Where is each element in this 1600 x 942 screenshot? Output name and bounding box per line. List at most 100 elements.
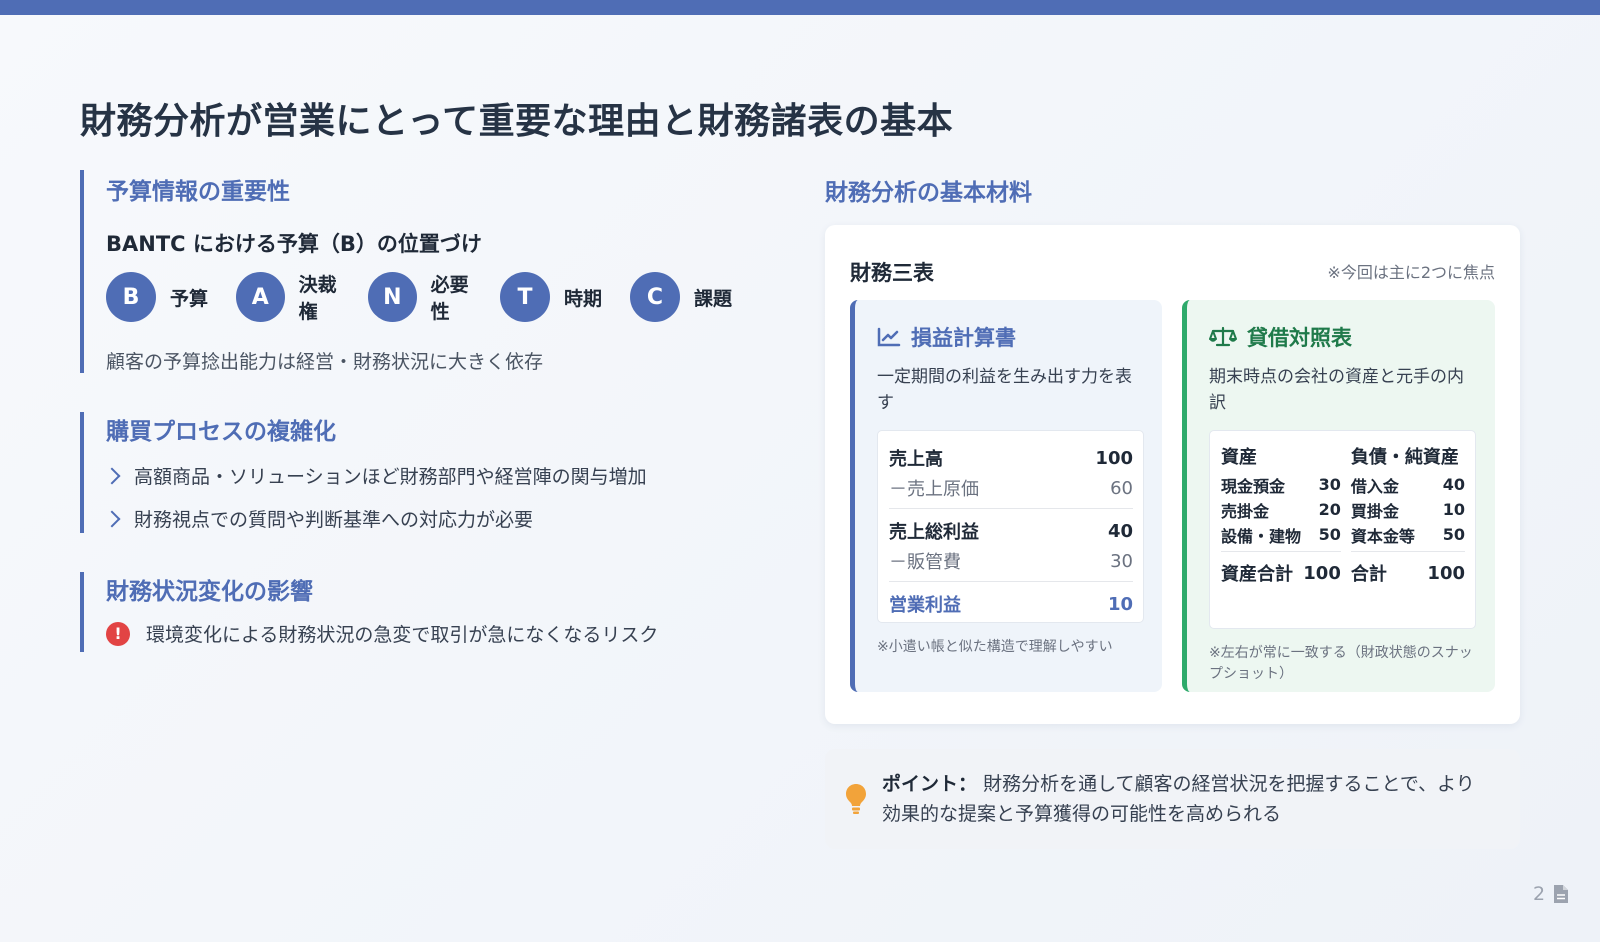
chevron-right-icon <box>103 510 121 527</box>
table-row: 売掛金 20 <box>1221 497 1341 522</box>
point-callout: ポイント： 財務分析を通して顧客の経営状況を把握することで、より効果的な提案と予… <box>825 749 1520 849</box>
divider <box>889 508 1133 509</box>
panel-footnote: ※小遣い帳と似た構造で理解しやすい <box>877 639 1113 655</box>
liabilities-column: 負債・純資産 借入金 40 買掛金 10 資本金等 50 合計 100 <box>1350 443 1465 628</box>
total-value: 100 <box>1427 562 1465 584</box>
bantc-label: 決裁権 <box>298 274 337 323</box>
row-label: 借入金 <box>1350 476 1399 496</box>
card-note: ※今回は主に2つに焦点 <box>1327 263 1495 282</box>
row-value: 30 <box>1110 550 1133 572</box>
row-value: 10 <box>1442 500 1465 519</box>
total-value: 100 <box>1303 562 1341 584</box>
panel-heading: 損益計算書 <box>877 322 1142 352</box>
panel-footnote: ※左右が常に一致する（財政状態のスナップショット） <box>1209 645 1473 682</box>
row-value: 40 <box>1442 475 1465 494</box>
row-label: 現金預金 <box>1221 476 1286 496</box>
table-row: 設備・建物 50 <box>1221 522 1341 547</box>
bantc-letter-circle: T <box>500 272 550 322</box>
row-value: 10 <box>1107 593 1133 615</box>
page-number-text: 2 <box>1533 883 1546 905</box>
bantc-letter-circle: B <box>106 272 156 322</box>
list-item: 財務視点での質問や判断基準への対応力が必要 <box>103 505 760 532</box>
table-row: 資本金等 50 <box>1351 522 1465 547</box>
list-item-text: 高額商品・ソリューションほど財務部門や経営陣の関与増加 <box>134 466 647 488</box>
section-heading: 財務状況変化の影響 <box>106 579 313 605</box>
row-value: 100 <box>1095 447 1133 469</box>
table-row: 売上総利益 40 <box>889 516 1133 546</box>
bantc-item-t: T 時期 <box>500 272 616 322</box>
scale-icon <box>1209 326 1237 347</box>
table-row: －販管費 30 <box>889 546 1133 576</box>
divider <box>1221 551 1341 552</box>
table-row: 売上高 100 <box>889 443 1133 473</box>
panel-description: 一定期間の利益を生み出す力を表す <box>877 367 1132 413</box>
row-label: 売上総利益 <box>889 522 979 543</box>
panel-title: 貸借対照表 <box>1247 326 1352 350</box>
total-label: 資産合計 <box>1221 564 1293 585</box>
exclamation-icon: ! <box>106 621 130 646</box>
row-value: 50 <box>1442 525 1465 544</box>
divider <box>889 581 1133 582</box>
financial-change-section: 財務状況変化の影響 ! 環境変化による財務状況の急変で取引が急になくなるリスク <box>80 572 760 652</box>
table-row: 借入金 40 <box>1351 472 1465 497</box>
bantc-item-c: C 課題 <box>630 272 746 322</box>
bantc-label: 予算 <box>170 287 209 310</box>
panel-heading: 貸借対照表 <box>1209 322 1475 352</box>
panel-title: 損益計算書 <box>911 326 1016 350</box>
row-value: 20 <box>1318 500 1341 519</box>
bantc-item-a: A 決裁権 <box>236 270 354 324</box>
income-statement-panel: 損益計算書 一定期間の利益を生み出す力を表す 売上高 100 －売上原価 60 … <box>850 300 1162 692</box>
divider <box>1350 551 1465 552</box>
row-label: 資本金等 <box>1350 526 1415 546</box>
row-label: 売掛金 <box>1221 501 1270 521</box>
balance-sheet-table: 資産 現金預金 30 売掛金 20 設備・建物 50 資産合計 100 負債・純… <box>1209 430 1476 629</box>
assets-header: 資産 <box>1221 447 1257 468</box>
table-row: 買掛金 10 <box>1351 497 1465 522</box>
liabilities-header: 負債・純資産 <box>1350 447 1459 468</box>
bantc-label: 時期 <box>564 287 603 310</box>
bantc-item-n: N 必要性 <box>368 270 486 324</box>
bantc-letter-circle: C <box>630 272 680 322</box>
budget-importance-section: 予算情報の重要性 BANTC における予算（B）の位置づけ B 予算 A 決裁権… <box>80 170 760 373</box>
risk-item: ! 環境変化による財務状況の急変で取引が急になくなるリスク <box>106 620 760 647</box>
row-label: 売上高 <box>889 449 943 470</box>
row-value: 30 <box>1318 475 1341 494</box>
table-row: 現金預金 30 <box>1221 472 1341 497</box>
card-title: 財務三表 <box>850 261 934 285</box>
chevron-right-icon <box>103 467 121 484</box>
bantc-label: 課題 <box>694 287 733 310</box>
budget-note: 顧客の予算捻出能力は経営・財務状況に大きく依存 <box>106 351 544 373</box>
panel-description: 期末時点の会社の資産と元手の内訳 <box>1209 367 1464 413</box>
document-icon <box>1554 885 1569 903</box>
total-label: 合計 <box>1350 564 1387 585</box>
financial-statements-card: 財務三表 ※今回は主に2つに焦点 損益計算書 一定期間の利益を生み出す力を表す … <box>825 225 1520 724</box>
bantc-letter-circle: N <box>368 272 417 322</box>
bantc-row: B 予算 A 決裁権 N 必要性 T 時期 C 課題 <box>106 270 760 324</box>
risk-text: 環境変化による財務状況の急変で取引が急になくなるリスク <box>146 624 659 646</box>
balance-sheet-panel: 貸借対照表 期末時点の会社の資産と元手の内訳 資産 現金預金 30 売掛金 20… <box>1182 300 1495 692</box>
bantc-label: 必要性 <box>430 274 469 323</box>
row-label: －売上原価 <box>889 479 979 500</box>
row-label: 設備・建物 <box>1221 526 1302 546</box>
row-value: 40 <box>1107 520 1133 542</box>
list-item-text: 財務視点での質問や判断基準への対応力が必要 <box>134 509 534 531</box>
top-accent-bar <box>0 0 1600 15</box>
income-statement-table: 売上高 100 －売上原価 60 売上総利益 40 －販管費 30 営業利益 1… <box>877 430 1144 623</box>
assets-total-row: 資産合計 100 <box>1221 558 1341 588</box>
right-heading: 財務分析の基本材料 <box>825 180 1032 206</box>
page-number: 2 <box>1533 883 1569 905</box>
section-heading: 予算情報の重要性 <box>106 179 290 205</box>
row-label: －販管費 <box>889 552 961 573</box>
row-label: 営業利益 <box>889 595 961 616</box>
liabilities-total-row: 合計 100 <box>1351 558 1465 588</box>
point-label: ポイント： <box>882 773 978 795</box>
page-title: 財務分析が営業にとって重要な理由と財務諸表の基本 <box>80 101 954 142</box>
bantc-item-b: B 予算 <box>106 272 222 322</box>
assets-column: 資産 現金預金 30 売掛金 20 設備・建物 50 資産合計 100 <box>1221 443 1341 628</box>
bantc-subheading: BANTC における予算（B）の位置づけ <box>106 232 482 256</box>
table-row: －売上原価 60 <box>889 473 1133 503</box>
lightbulb-icon <box>846 784 866 814</box>
row-value: 60 <box>1110 477 1133 499</box>
bantc-letter-circle: A <box>236 272 285 322</box>
purchase-process-section: 購買プロセスの複雑化 高額商品・ソリューションほど財務部門や経営陣の関与増加 財… <box>80 412 760 533</box>
